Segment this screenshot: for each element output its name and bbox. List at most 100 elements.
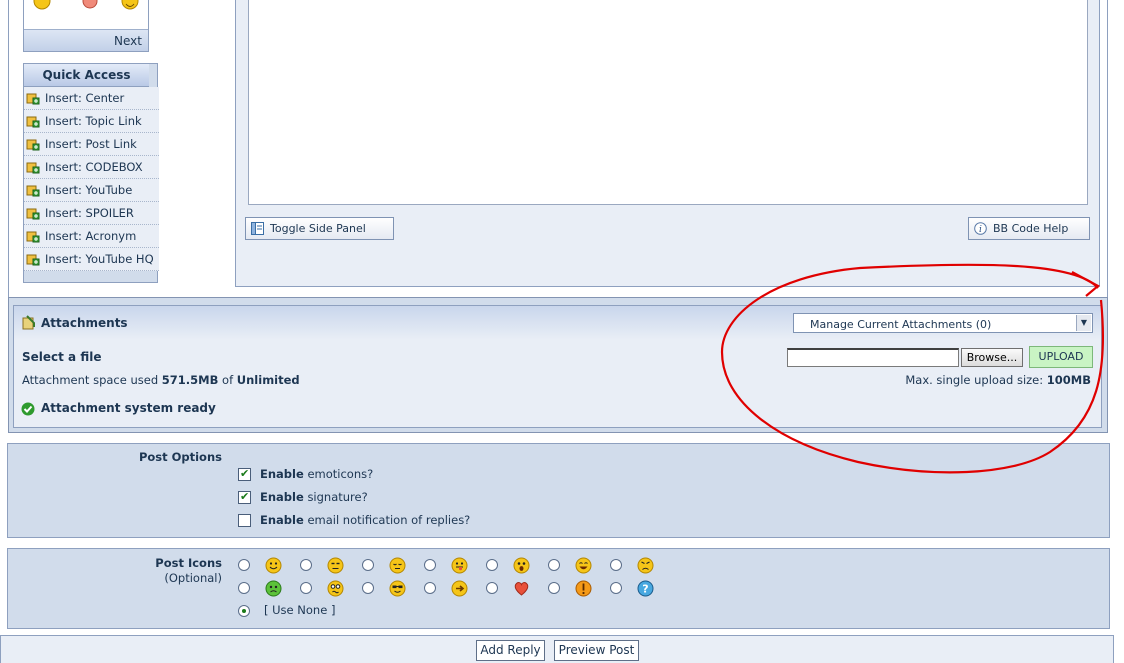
post-icon-radio[interactable] xyxy=(362,582,374,594)
check-circle-icon xyxy=(21,402,35,416)
max-size-value: 100MB xyxy=(1046,373,1091,387)
upload-button[interactable]: UPLOAD xyxy=(1029,346,1093,368)
insert-tag-icon xyxy=(26,93,40,105)
space-limit: Unlimited xyxy=(236,373,300,387)
quick-access-item[interactable]: Insert: Center xyxy=(24,87,159,110)
post-icon-radio[interactable] xyxy=(424,559,436,571)
manage-attachments-dropdown[interactable]: Manage Current Attachments (0) ▼ xyxy=(793,313,1093,333)
insert-tag-icon xyxy=(26,116,40,128)
toggle-side-panel-button[interactable]: Toggle Side Panel xyxy=(245,217,394,240)
quick-access-item[interactable]: Insert: Acronym xyxy=(24,225,159,248)
quick-access-item-label: Insert: SPOILER xyxy=(45,206,134,220)
insert-tag-icon xyxy=(26,231,40,243)
emoticon-strip-icon xyxy=(33,0,139,10)
option-label-bold: Enable xyxy=(260,490,304,504)
attachments-panel: Attachments Manage Current Attachments (… xyxy=(13,305,1102,428)
post-options-label: Post Options xyxy=(138,450,222,464)
quick-access-item[interactable]: Insert: YouTube HQ xyxy=(24,248,159,271)
quick-access-item-label: Insert: YouTube HQ xyxy=(45,252,154,266)
svg-text:i: i xyxy=(979,225,982,235)
quick-access-title: Quick Access xyxy=(24,64,149,87)
bb-code-help-label: BB Code Help xyxy=(993,222,1069,235)
chevron-down-icon: ▼ xyxy=(1076,315,1091,331)
cool-icon[interactable] xyxy=(389,580,406,597)
quick-access-item[interactable]: Insert: SPOILER xyxy=(24,202,159,225)
quick-access-item-label: Insert: Center xyxy=(45,91,125,105)
quick-access-item-label: Insert: Post Link xyxy=(45,137,137,151)
post-icon-radio[interactable] xyxy=(300,582,312,594)
svg-text:?: ? xyxy=(642,583,648,596)
quick-access-item-label: Insert: Topic Link xyxy=(45,114,142,128)
attachment-clip-icon xyxy=(22,315,35,330)
use-none-radio[interactable] xyxy=(238,605,250,617)
bb-code-help-button[interactable]: i BB Code Help xyxy=(968,217,1090,240)
option-label-rest: signature? xyxy=(307,490,368,504)
option-label: Enable signature? xyxy=(260,490,368,504)
emoticon-next-link[interactable]: Next xyxy=(114,34,142,48)
post-icon-radio[interactable] xyxy=(238,559,250,571)
option-checkbox[interactable] xyxy=(238,514,251,527)
post-icon-radio[interactable] xyxy=(610,582,622,594)
post-icons-label: Post Icons xyxy=(155,556,222,570)
emoticon-panel: Next xyxy=(23,0,149,52)
quick-access-item[interactable]: Insert: Post Link xyxy=(24,133,159,156)
space-used-value: 571.5MB xyxy=(161,373,219,387)
post-icon-radio[interactable] xyxy=(548,559,560,571)
preview-post-button[interactable]: Preview Post xyxy=(554,640,639,661)
browse-button[interactable]: Browse... xyxy=(961,348,1023,367)
confused-icon[interactable] xyxy=(327,580,344,597)
insert-tag-icon xyxy=(26,208,40,220)
info-icon: i xyxy=(974,222,987,235)
post-icon-radio[interactable] xyxy=(424,582,436,594)
tongue-icon[interactable] xyxy=(451,557,468,574)
angry-icon[interactable] xyxy=(637,557,654,574)
smile-icon[interactable] xyxy=(265,557,282,574)
quick-access-item-label: Insert: CODEBOX xyxy=(45,160,143,174)
space-used-prefix: Attachment space used xyxy=(22,373,159,387)
quick-access-item[interactable]: Insert: CODEBOX xyxy=(24,156,159,179)
insert-tag-icon xyxy=(26,185,40,197)
post-textarea[interactable] xyxy=(248,0,1088,205)
exclamation-icon[interactable] xyxy=(575,580,592,597)
quick-access-item[interactable]: Insert: Topic Link xyxy=(24,110,159,133)
select-file-label: Select a file xyxy=(22,350,102,364)
option-checkbox[interactable]: ✔ xyxy=(238,467,251,481)
checkmark-icon: ✔ xyxy=(240,467,250,480)
option-label-bold: Enable xyxy=(260,467,304,481)
question-icon[interactable]: ? xyxy=(637,580,654,597)
checkmark-icon: ✔ xyxy=(240,490,250,503)
post-icon-radio[interactable] xyxy=(238,582,250,594)
quick-access-item[interactable]: Insert: YouTube xyxy=(24,179,159,202)
post-icon-radio[interactable] xyxy=(486,559,498,571)
post-options-panel: Post Options xyxy=(7,443,1110,538)
post-icon-radio[interactable] xyxy=(486,582,498,594)
heart-icon[interactable] xyxy=(513,580,530,597)
quick-access-item-label: Insert: YouTube xyxy=(45,183,133,197)
add-reply-button[interactable]: Add Reply xyxy=(476,640,545,661)
post-icon-radio[interactable] xyxy=(610,559,622,571)
emoticon-next-bar: Next xyxy=(24,29,148,51)
post-icon-radio[interactable] xyxy=(548,582,560,594)
shocked-icon[interactable] xyxy=(513,557,530,574)
post-icon-radio[interactable] xyxy=(300,559,312,571)
attachment-space-text: Attachment space used 571.5MB of Unlimit… xyxy=(22,373,300,387)
toggle-side-panel-label: Toggle Side Panel xyxy=(270,222,366,235)
file-path-input[interactable] xyxy=(787,348,959,367)
option-label-rest: email notification of replies? xyxy=(307,513,471,527)
max-upload-size-text: Max. single upload size: 100MB xyxy=(905,373,1091,387)
attachments-title: Attachments xyxy=(41,316,128,330)
insert-tag-icon xyxy=(26,162,40,174)
sick-icon[interactable] xyxy=(265,580,282,597)
max-size-prefix: Max. single upload size: xyxy=(905,373,1044,387)
use-none-label: [ Use None ] xyxy=(264,603,336,617)
side-panel-icon xyxy=(251,222,264,235)
post-icon-radio[interactable] xyxy=(362,559,374,571)
arrow-icon[interactable] xyxy=(451,580,468,597)
quick-access-item-label: Insert: Acronym xyxy=(45,229,137,243)
biggrin-icon[interactable] xyxy=(575,557,592,574)
manage-attachments-label: Manage Current Attachments (0) xyxy=(810,318,992,331)
sleepy-icon[interactable] xyxy=(389,557,406,574)
option-label-bold: Enable xyxy=(260,513,304,527)
option-checkbox[interactable]: ✔ xyxy=(238,490,251,504)
unsure-icon[interactable] xyxy=(327,557,344,574)
